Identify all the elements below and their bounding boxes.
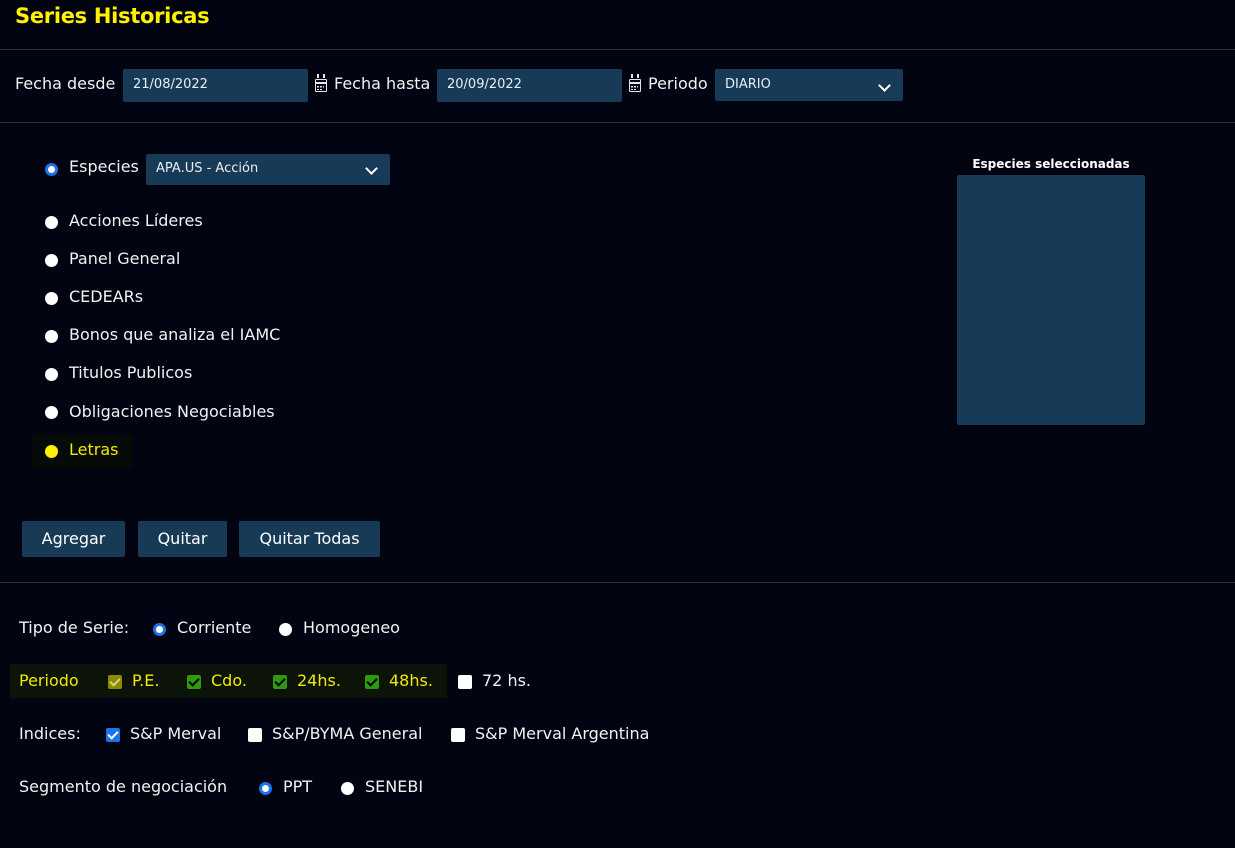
page-title: Series Historicas <box>15 4 210 28</box>
option-label: Especies <box>69 157 139 176</box>
tipo-serie-label: Tipo de Serie: <box>19 618 130 637</box>
option-label: P.E. <box>132 671 160 690</box>
radio-bonos-iamc[interactable] <box>45 330 58 343</box>
option-label: Cdo. <box>211 671 247 690</box>
divider <box>0 582 1235 583</box>
option-label: 72 hs. <box>482 671 532 690</box>
chevron-down-icon <box>365 162 378 175</box>
option-label: S&P Merval <box>130 724 222 743</box>
option-label: Corriente <box>177 618 252 637</box>
radio-titulos-publicos[interactable] <box>45 368 58 381</box>
especies-seleccionadas-title: Especies seleccionadas <box>972 157 1130 171</box>
periodo-plazo-label: Periodo <box>19 671 79 690</box>
checkbox-cdo[interactable] <box>187 675 201 689</box>
checkbox-sp-merval[interactable] <box>106 728 120 742</box>
quitar-todas-button[interactable]: Quitar Todas <box>239 521 380 557</box>
fecha-desde-label: Fecha desde <box>15 74 116 93</box>
calendar-icon[interactable] <box>315 74 329 93</box>
radio-homogeneo[interactable] <box>279 623 292 636</box>
radio-senebi[interactable] <box>341 782 354 795</box>
option-label: CEDEARs <box>69 287 144 306</box>
chevron-down-icon <box>878 79 891 92</box>
divider <box>0 122 1235 123</box>
option-label: Obligaciones Negociables <box>69 402 275 421</box>
option-label: 24hs. <box>297 671 341 690</box>
option-label: Panel General <box>69 249 181 268</box>
option-label: Bonos que analiza el IAMC <box>69 325 281 344</box>
radio-ppt[interactable] <box>259 782 272 795</box>
divider <box>0 49 1235 50</box>
checkbox-sp-merval-argentina[interactable] <box>451 728 465 742</box>
radio-especies[interactable] <box>45 163 58 176</box>
especie-select[interactable]: APA.US - Acción <box>146 154 390 185</box>
checkbox-pe[interactable] <box>108 675 122 689</box>
fecha-desde-input[interactable]: 21/08/2022 <box>123 69 308 102</box>
radio-cedears[interactable] <box>45 292 58 305</box>
calendar-icon[interactable] <box>629 74 643 93</box>
radio-corriente[interactable] <box>153 623 166 636</box>
checkbox-72hs[interactable] <box>458 675 472 689</box>
option-label: 48hs. <box>389 671 433 690</box>
agregar-button[interactable]: Agregar <box>22 521 125 557</box>
fecha-hasta-label: Fecha hasta <box>334 74 431 93</box>
option-label: S&P Merval Argentina <box>475 724 650 743</box>
especies-seleccionadas-list[interactable] <box>957 175 1145 425</box>
fecha-hasta-input[interactable]: 20/09/2022 <box>437 69 622 102</box>
option-label: Letras <box>69 440 119 459</box>
checkbox-24hs[interactable] <box>273 675 287 689</box>
quitar-button[interactable]: Quitar <box>138 521 227 557</box>
periodo-select-value: DIARIO <box>725 77 771 92</box>
option-label: S&P/BYMA General <box>272 724 423 743</box>
indices-label: Indices: <box>19 724 81 743</box>
option-label: SENEBI <box>365 777 424 796</box>
radio-letras[interactable] <box>45 445 58 458</box>
periodo-select[interactable]: DIARIO <box>715 69 903 101</box>
segmento-label: Segmento de negociación <box>19 777 228 796</box>
periodo-label: Periodo <box>648 74 708 93</box>
option-label: Acciones Líderes <box>69 211 203 230</box>
option-label: Titulos Publicos <box>69 363 193 382</box>
option-label: Homogeneo <box>303 618 400 637</box>
option-label: PPT <box>283 777 313 796</box>
especie-select-value: APA.US - Acción <box>156 161 259 176</box>
radio-panel-general[interactable] <box>45 254 58 267</box>
checkbox-sp-byma-general[interactable] <box>248 728 262 742</box>
radio-acciones-lideres[interactable] <box>45 216 58 229</box>
radio-obligaciones-negociables[interactable] <box>45 406 58 419</box>
checkbox-48hs[interactable] <box>365 675 379 689</box>
